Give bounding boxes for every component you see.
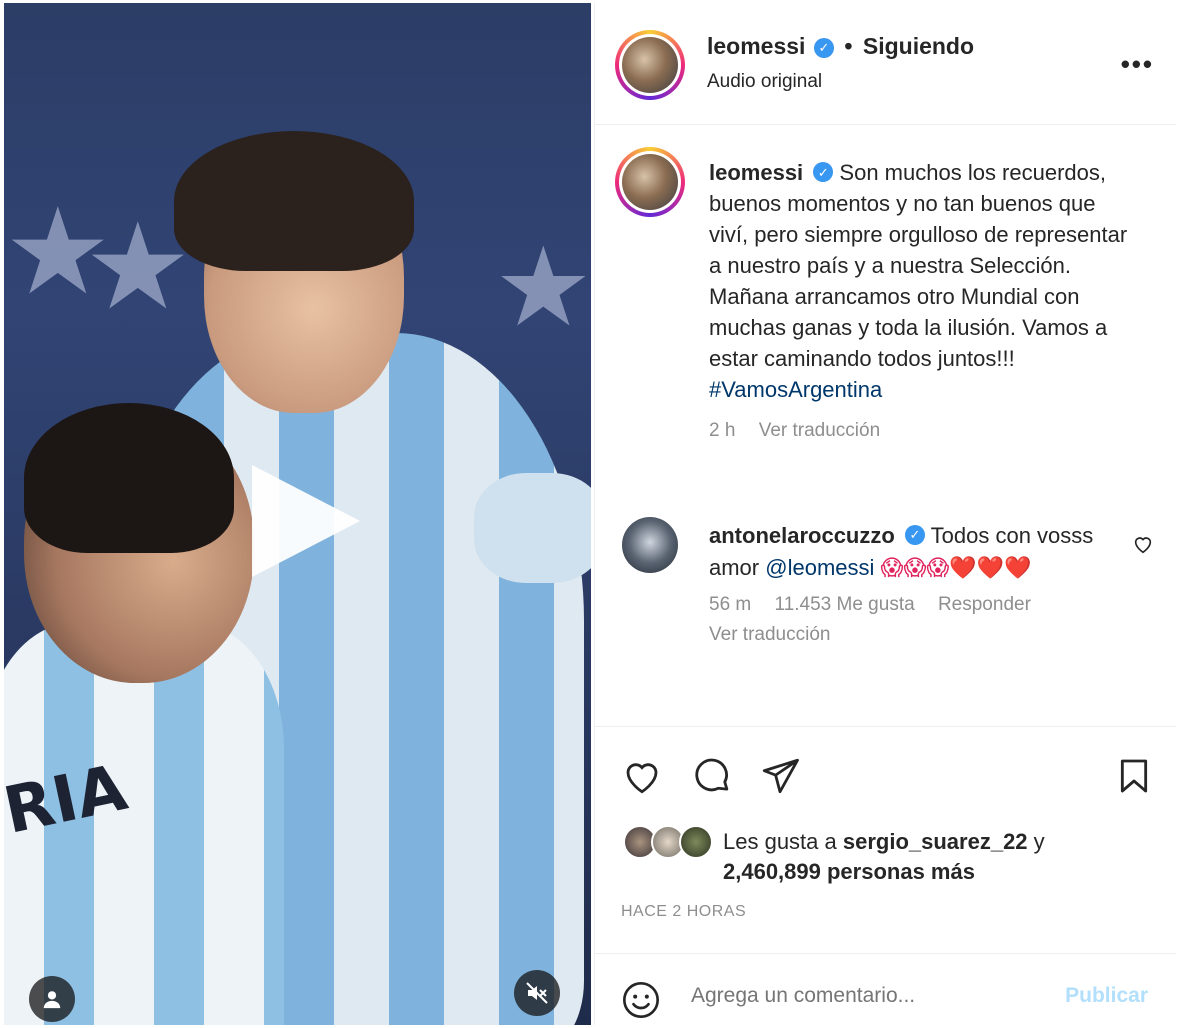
comment-likes[interactable]: 11.453 Me gusta bbox=[775, 594, 915, 615]
likes-prefix: Les gusta a bbox=[723, 829, 837, 854]
heart-icon bbox=[626, 763, 658, 794]
caption-author-avatar[interactable] bbox=[615, 147, 685, 217]
comment-translate-link[interactable]: Ver traducción bbox=[709, 619, 1129, 651]
caption-translate-link[interactable]: Ver traducción bbox=[759, 420, 880, 441]
header-separator: • bbox=[844, 33, 853, 59]
mute-button[interactable] bbox=[514, 970, 560, 1016]
caption-time: 2 h bbox=[709, 420, 736, 441]
reply-button[interactable]: Responder bbox=[938, 594, 1031, 615]
post-caption: leomessi ✓ Son muchos los recuerdos, bue… bbox=[709, 157, 1129, 446]
user-tag-icon bbox=[43, 991, 61, 1009]
comment-like-button[interactable] bbox=[1132, 533, 1154, 560]
author-avatar[interactable] bbox=[615, 30, 685, 100]
caption-hashtag[interactable]: #VamosArgentina bbox=[709, 377, 882, 402]
send-icon bbox=[762, 758, 799, 794]
comment-icon bbox=[695, 758, 729, 792]
publish-button[interactable]: Publicar bbox=[1065, 984, 1148, 1008]
likes-count[interactable]: 2,460,899 personas más bbox=[723, 859, 975, 884]
player-hair bbox=[174, 131, 414, 271]
emoji-button[interactable] bbox=[621, 980, 661, 1025]
commenter-username[interactable]: antonelaroccuzzo bbox=[709, 523, 895, 548]
verified-badge-icon: ✓ bbox=[904, 525, 925, 546]
more-options-button[interactable]: ••• bbox=[1121, 49, 1154, 80]
audio-label[interactable]: Audio original bbox=[707, 71, 822, 93]
commenter-avatar[interactable] bbox=[615, 510, 685, 580]
verified-badge-icon: ✓ bbox=[813, 37, 834, 58]
caption-username[interactable]: leomessi bbox=[709, 160, 803, 185]
post-video[interactable]: ★ ★ ★ RIA bbox=[4, 3, 591, 1025]
player-arm bbox=[474, 473, 591, 583]
follow-status-button[interactable]: Siguiendo bbox=[863, 33, 974, 59]
likes-conj: y bbox=[1033, 829, 1045, 854]
play-icon[interactable] bbox=[252, 465, 360, 577]
caption-text: Son muchos los recuerdos, buenos momento… bbox=[709, 160, 1128, 371]
user-tag-button[interactable] bbox=[29, 976, 75, 1022]
comment-mention[interactable]: @leomessi bbox=[765, 555, 874, 580]
verified-badge-icon: ✓ bbox=[813, 162, 834, 183]
liker-avatars bbox=[623, 825, 723, 861]
comment-emojis: 😱😱😱❤️❤️❤️ bbox=[880, 556, 1032, 581]
author-username[interactable]: leomessi bbox=[707, 33, 805, 59]
comment-button[interactable] bbox=[691, 755, 733, 802]
post-timestamp[interactable]: HACE 2 HORAS bbox=[621, 903, 746, 921]
like-button[interactable] bbox=[621, 755, 663, 802]
muted-speaker-icon bbox=[526, 982, 548, 1004]
background-star: ★ bbox=[494, 223, 591, 351]
post-header: leomessi ✓ • Siguiendo Audio original ••… bbox=[595, 3, 1176, 125]
emoji-icon bbox=[623, 982, 659, 1018]
liker-username[interactable]: sergio_suarez_22 bbox=[843, 829, 1028, 854]
comment-composer: Publicar bbox=[595, 953, 1176, 1025]
liker-avatar bbox=[679, 825, 713, 859]
save-button[interactable] bbox=[1114, 755, 1154, 802]
share-button[interactable] bbox=[759, 755, 801, 802]
comment-item: antonelaroccuzzo ✓ Todos con vosss amor … bbox=[709, 520, 1129, 651]
comment-input[interactable] bbox=[691, 984, 1051, 1008]
bookmark-icon bbox=[1120, 759, 1148, 793]
teammate-hair bbox=[24, 403, 234, 553]
post-actions-bar bbox=[595, 726, 1176, 836]
heart-icon bbox=[1134, 537, 1152, 554]
comment-time: 56 m bbox=[709, 594, 752, 615]
post-detail-panel: leomessi ✓ • Siguiendo Audio original ••… bbox=[594, 3, 1176, 1025]
